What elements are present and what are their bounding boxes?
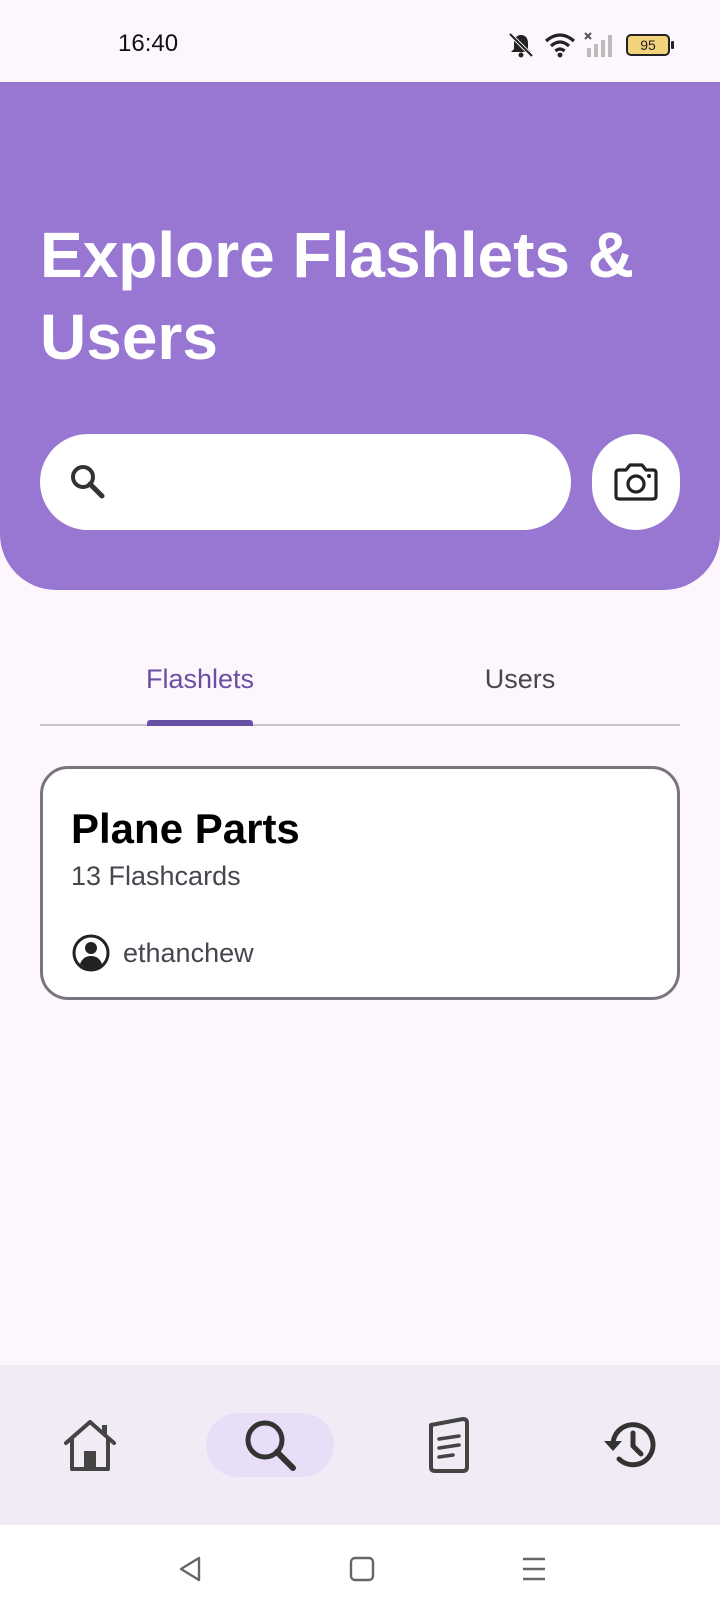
- system-recents-button[interactable]: [512, 1547, 556, 1591]
- tab-bar: Flashlets Users: [40, 640, 680, 726]
- header-panel: Explore Flashlets & Users: [0, 82, 720, 590]
- search-icon: [245, 1420, 296, 1471]
- nav-library[interactable]: [385, 1413, 513, 1477]
- search-input[interactable]: [122, 456, 542, 508]
- page-title: Explore Flashlets & Users: [40, 219, 634, 373]
- home-icon: [64, 1420, 116, 1471]
- flashlet-title: Plane Parts: [71, 805, 300, 852]
- nav-history[interactable]: [567, 1413, 695, 1477]
- tab-indicator: [147, 720, 253, 726]
- status-icons: 95: [506, 30, 674, 60]
- card-author: ethanchew: [71, 933, 254, 973]
- flashcard-count: 13 Flashcards: [71, 861, 241, 891]
- nav-home[interactable]: [26, 1413, 154, 1477]
- mute-icon: [508, 32, 534, 58]
- author-username: ethanchew: [123, 937, 254, 968]
- camera-button[interactable]: [592, 434, 680, 530]
- nav-search[interactable]: [206, 1413, 334, 1477]
- system-home-button[interactable]: [340, 1547, 384, 1591]
- search-box[interactable]: [40, 434, 571, 530]
- status-bar: 16:40 95: [0, 0, 720, 82]
- status-time: 16:40: [118, 30, 179, 57]
- search-icon: [68, 462, 108, 502]
- tab-users[interactable]: Users: [360, 640, 680, 724]
- tab-flashlets[interactable]: Flashlets: [40, 640, 360, 724]
- battery-icon: 95: [626, 34, 674, 56]
- menu-lines-icon: [523, 1557, 545, 1581]
- system-navigation-bar: [0, 1525, 720, 1612]
- camera-icon: [614, 463, 658, 501]
- back-triangle-icon: [179, 1556, 201, 1582]
- home-square-icon: [349, 1556, 375, 1582]
- account-circle-icon: [72, 934, 110, 972]
- flashlet-card[interactable]: Plane Parts 13 Flashcards ethanchew: [40, 766, 680, 1000]
- wifi-icon: [544, 33, 576, 58]
- battery-level: 95: [640, 37, 656, 53]
- signal-icon: [584, 32, 612, 57]
- history-icon: [604, 1422, 656, 1468]
- system-back-button[interactable]: [168, 1547, 212, 1591]
- library-icon: [429, 1417, 469, 1473]
- bottom-navigation: [0, 1365, 720, 1525]
